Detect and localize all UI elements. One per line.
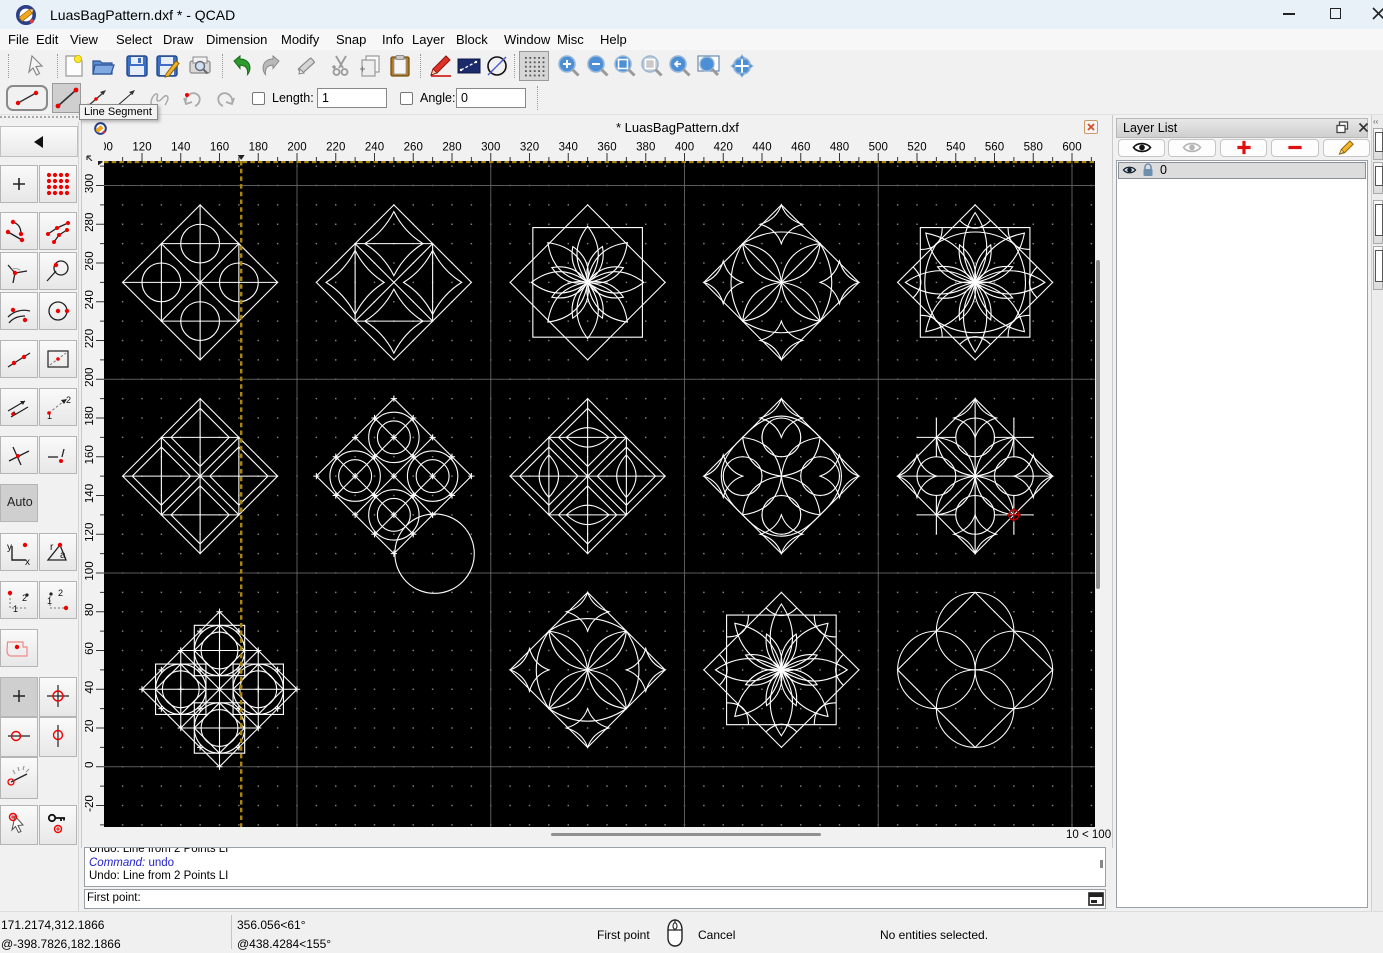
svg-text:40: 40 <box>85 681 96 694</box>
svg-text:160: 160 <box>210 142 229 154</box>
svg-text:500: 500 <box>869 142 888 154</box>
svg-text:0: 0 <box>85 762 96 768</box>
svg-text:20: 20 <box>85 720 96 733</box>
svg-text:120: 120 <box>132 142 151 154</box>
svg-text:60: 60 <box>85 642 96 655</box>
svg-text:320: 320 <box>520 142 539 154</box>
svg-text:520: 520 <box>907 142 926 154</box>
svg-text:-20: -20 <box>85 795 96 812</box>
svg-text:2: 2 <box>58 588 63 598</box>
svg-text:580: 580 <box>1024 142 1043 154</box>
svg-text:80: 80 <box>85 603 96 616</box>
svg-text:220: 220 <box>85 329 96 348</box>
svg-text:160: 160 <box>85 445 96 464</box>
svg-text:280: 280 <box>85 213 96 232</box>
svg-text:200: 200 <box>85 368 96 387</box>
svg-text:120: 120 <box>85 523 96 542</box>
svg-text:280: 280 <box>442 142 461 154</box>
svg-text:380: 380 <box>636 142 655 154</box>
svg-text:1: 1 <box>47 596 52 606</box>
svg-text:600: 600 <box>1062 142 1081 154</box>
svg-text:200: 200 <box>287 142 306 154</box>
svg-text:300: 300 <box>85 174 96 193</box>
svg-text:560: 560 <box>985 142 1004 154</box>
svg-text:240: 240 <box>85 290 96 309</box>
svg-text:360: 360 <box>597 142 616 154</box>
svg-text:a: a <box>60 550 66 561</box>
svg-text:240: 240 <box>365 142 384 154</box>
svg-text:440: 440 <box>752 142 771 154</box>
svg-text:300: 300 <box>481 142 500 154</box>
svg-text:100: 100 <box>104 142 113 154</box>
svg-text:x: x <box>25 557 30 566</box>
svg-text:1: 1 <box>13 604 18 614</box>
svg-text:100: 100 <box>85 561 96 580</box>
svg-text:140: 140 <box>85 484 96 503</box>
svg-text:180: 180 <box>85 406 96 425</box>
svg-text:r: r <box>50 542 54 553</box>
svg-text:420: 420 <box>714 142 733 154</box>
svg-text:540: 540 <box>946 142 965 154</box>
svg-text:260: 260 <box>85 251 96 270</box>
svg-text:460: 460 <box>791 142 810 154</box>
svg-text:180: 180 <box>249 142 268 154</box>
svg-text:220: 220 <box>326 142 345 154</box>
svg-text:2: 2 <box>66 395 71 405</box>
svg-text:y: y <box>7 542 12 553</box>
svg-text:340: 340 <box>559 142 578 154</box>
svg-text:2: 2 <box>22 593 27 603</box>
svg-text:400: 400 <box>675 142 694 154</box>
svg-text:260: 260 <box>404 142 423 154</box>
svg-text:140: 140 <box>171 142 190 154</box>
svg-text:480: 480 <box>830 142 849 154</box>
